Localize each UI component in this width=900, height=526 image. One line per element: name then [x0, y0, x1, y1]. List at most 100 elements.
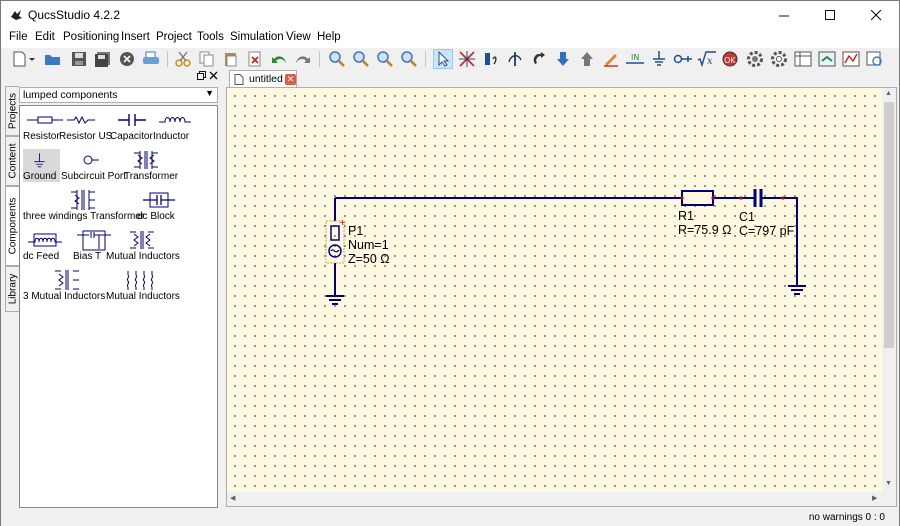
wire-label-icon: IN	[626, 53, 644, 64]
tab-projects[interactable]: Projects	[5, 86, 19, 136]
new-file-button[interactable]	[9, 49, 39, 69]
paste-button[interactable]	[221, 49, 241, 69]
mirror-y-button[interactable]	[505, 49, 525, 69]
copy-button[interactable]	[197, 49, 217, 69]
p1-label-group[interactable]: P1 Num=1 Z=50 Ω	[348, 224, 390, 266]
zoom-in-button[interactable]	[375, 49, 395, 69]
insert-wire-button[interactable]	[601, 49, 621, 69]
title-bar: QucsStudio 4.2.2	[1, 1, 899, 29]
menu-project[interactable]: Project	[156, 31, 192, 43]
toolbar-separator	[425, 51, 426, 67]
main-toolbar: IN x OK	[1, 48, 899, 70]
dock-close-button[interactable]	[209, 71, 218, 83]
c1-label-group[interactable]: C1 C=797 pF	[739, 210, 794, 238]
menu-positioning[interactable]: Positioning	[63, 31, 119, 43]
component-capacitor[interactable]: Capacitor	[110, 109, 153, 142]
scroll-up-icon[interactable]: ▲	[885, 90, 892, 97]
analyze-button[interactable]	[865, 49, 885, 69]
insert-label-button[interactable]: IN	[625, 49, 645, 69]
rotate-button[interactable]	[529, 49, 549, 69]
save-all-button[interactable]	[93, 49, 113, 69]
close-window-button[interactable]	[853, 1, 899, 29]
component-three-windings-transformer[interactable]: three windings Transformer	[23, 189, 144, 222]
scroll-down-icon[interactable]: ▼	[885, 480, 892, 487]
ground-icon	[653, 51, 665, 66]
select-tool-button[interactable]	[433, 49, 453, 69]
menu-edit[interactable]: Edit	[35, 31, 55, 43]
component-category-select[interactable]: lumped components ▼	[19, 87, 218, 103]
menu-view[interactable]: View	[286, 31, 311, 43]
scroll-left-icon[interactable]: ◀	[230, 494, 235, 502]
switch-display-button[interactable]	[817, 49, 837, 69]
close-circle-icon	[120, 52, 134, 66]
close-icon	[209, 71, 218, 80]
ground-symbol-p1[interactable]	[326, 295, 344, 305]
close-tab-button[interactable]: ✕	[285, 74, 296, 85]
tab-untitled[interactable]: untitled ✕	[229, 70, 297, 87]
port-icon	[673, 54, 692, 64]
mirror-x-button[interactable]	[481, 49, 501, 69]
cut-button[interactable]	[173, 49, 193, 69]
p1-num: Num=1	[348, 238, 389, 252]
maximize-button[interactable]	[807, 1, 853, 29]
r1-resistor-symbol[interactable]	[680, 190, 715, 206]
menu-simulation[interactable]: Simulation	[230, 31, 284, 43]
vertical-scroll-thumb[interactable]	[884, 102, 894, 348]
component-inductor[interactable]: Inductor	[153, 109, 195, 142]
tab-library[interactable]: Library	[5, 266, 19, 312]
component-dc-block[interactable]: dc Block	[137, 189, 179, 222]
dock-float-button[interactable]	[197, 71, 206, 83]
print-button[interactable]	[141, 49, 161, 69]
insert-port-button[interactable]	[673, 49, 693, 69]
delete-button[interactable]	[245, 49, 265, 69]
component-transformer[interactable]: Transformer	[124, 149, 178, 182]
minimize-button[interactable]	[761, 1, 807, 29]
component-resistor-us[interactable]: Resistor US	[59, 109, 112, 142]
tune-button[interactable]	[745, 49, 765, 69]
r1-label-group[interactable]: R1 R=75.9 Ω	[678, 209, 731, 237]
menu-file[interactable]: File	[9, 31, 28, 43]
zoom-out-button[interactable]	[399, 49, 419, 69]
save-button[interactable]	[69, 49, 89, 69]
menu-tools[interactable]: Tools	[197, 31, 224, 43]
vertical-scrollbar[interactable]: ▲ ▼	[882, 88, 896, 493]
component-dc-feed[interactable]: dc Feed	[23, 229, 65, 262]
optimize-button[interactable]	[841, 49, 861, 69]
minimize-icon	[778, 15, 789, 16]
component-mutual-inductors[interactable]: Mutual Inductors	[106, 229, 180, 262]
document-tab-bar: untitled ✕	[225, 70, 897, 87]
menu-insert[interactable]: Insert	[121, 31, 150, 43]
deactivate-icon	[459, 51, 475, 67]
svg-text:+: +	[339, 218, 346, 227]
undo-button[interactable]	[269, 49, 289, 69]
close-document-button[interactable]	[117, 49, 137, 69]
p1-port-symbol[interactable]: +	[325, 218, 346, 264]
ground-symbol-c1[interactable]	[788, 285, 806, 295]
scroll-right-icon[interactable]: ▶	[872, 494, 877, 502]
menu-help[interactable]: Help	[317, 31, 341, 43]
component-subcircuit-port[interactable]: Subcircuit Port	[61, 149, 126, 182]
schematic-canvas[interactable]: + P1 Num=1 Z=50 Ω R1 R=75.9 Ω C1 C=797 p…	[227, 88, 883, 493]
component-3-mutual-inductors[interactable]: 3 Mutual Inductors	[23, 269, 105, 302]
insert-ground-button[interactable]	[649, 49, 669, 69]
analyze-icon	[866, 51, 882, 66]
redo-button[interactable]	[293, 49, 313, 69]
components-dock: Projects Content Components Library lump…	[5, 70, 219, 509]
component-ground[interactable]: Ground	[23, 149, 60, 182]
three-mutual-inductors-icon	[55, 270, 79, 290]
zoom-full-button[interactable]	[351, 49, 371, 69]
deactivate-button[interactable]	[457, 49, 477, 69]
horizontal-scrollbar[interactable]: ◀ ▶	[227, 492, 883, 506]
component-mutual-inductors-multi[interactable]: Mutual Inductors	[106, 269, 180, 302]
zoom-fit-button[interactable]	[327, 49, 347, 69]
move-down-button[interactable]	[553, 49, 573, 69]
data-display-button[interactable]	[793, 49, 813, 69]
simulate-button[interactable]: OK	[721, 49, 741, 69]
insert-equation-button[interactable]: x	[697, 49, 717, 69]
open-file-button[interactable]	[43, 49, 63, 69]
settings-button[interactable]	[769, 49, 789, 69]
move-up-button[interactable]	[577, 49, 597, 69]
c1-name: C1	[739, 210, 755, 224]
tab-content[interactable]: Content	[5, 136, 19, 186]
tab-components[interactable]: Components	[5, 186, 19, 266]
